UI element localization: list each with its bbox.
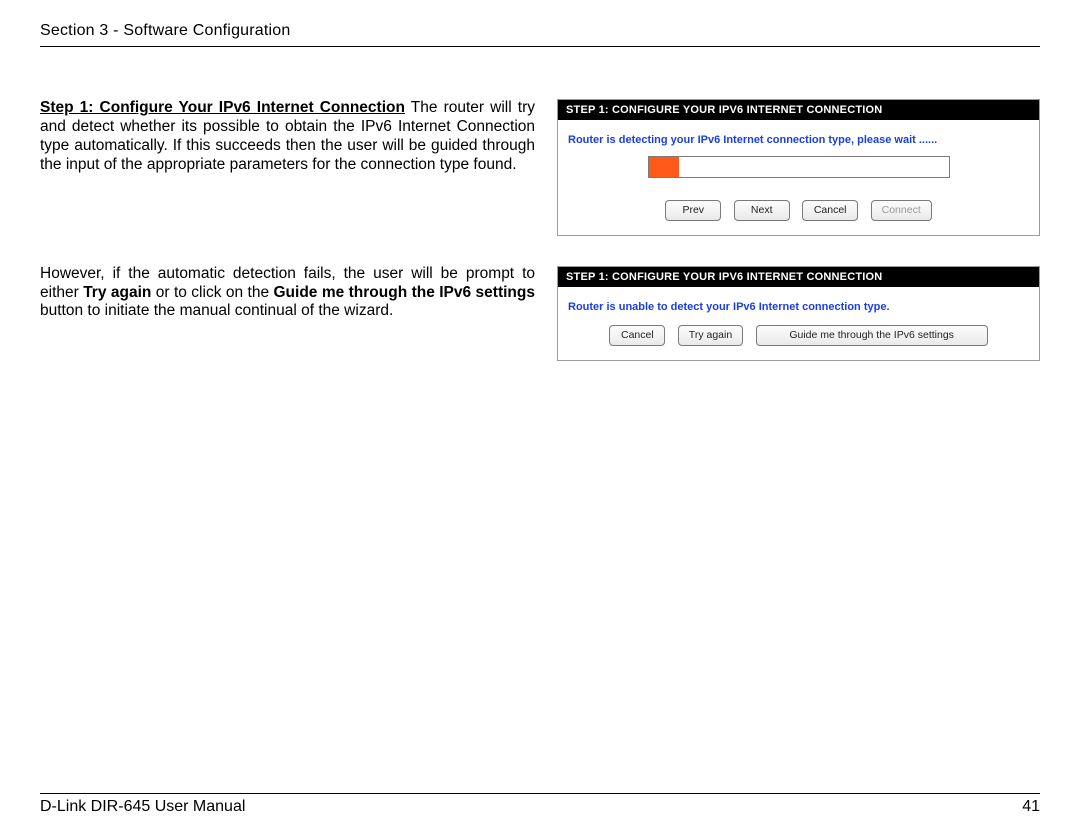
wizard-failed-box: STEP 1: CONFIGURE YOUR IPV6 INTERNET CON…	[557, 266, 1040, 361]
section-header: Section 3 - Software Configuration	[40, 22, 1040, 47]
para2-tail: button to initiate the manual continual …	[40, 302, 393, 319]
para2-bold-guide: Guide me through the IPv6 settings	[273, 284, 535, 301]
guide-me-button[interactable]: Guide me through the IPv6 settings	[756, 325, 988, 346]
page-footer: D-Link DIR-645 User Manual 41	[40, 793, 1040, 816]
wizard2-header: STEP 1: CONFIGURE YOUR IPV6 INTERNET CON…	[558, 267, 1039, 287]
footer-page-number: 41	[1022, 798, 1040, 816]
content-area: Step 1: Configure Your IPv6 Internet Con…	[40, 99, 1040, 391]
wizard2-body: Router is unable to detect your IPv6 Int…	[558, 287, 1039, 360]
para2-bold-tryagain: Try again	[83, 284, 151, 301]
paragraph-1: Step 1: Configure Your IPv6 Internet Con…	[40, 99, 535, 175]
paragraph-2: However, if the automatic detection fail…	[40, 265, 535, 322]
wizard1-status-text: Router is detecting your IPv6 Internet c…	[568, 134, 1029, 146]
next-button[interactable]: Next	[734, 200, 790, 221]
cancel-button[interactable]: Cancel	[802, 200, 858, 221]
wizard1-button-row: Prev Next Cancel Connect	[568, 198, 1029, 225]
right-column: STEP 1: CONFIGURE YOUR IPV6 INTERNET CON…	[557, 99, 1040, 391]
wizard1-header: STEP 1: CONFIGURE YOUR IPV6 INTERNET CON…	[558, 100, 1039, 120]
wizard1-body: Router is detecting your IPv6 Internet c…	[558, 120, 1039, 235]
try-again-button[interactable]: Try again	[678, 325, 743, 346]
prev-button[interactable]: Prev	[665, 200, 721, 221]
progress-bar	[648, 156, 950, 178]
wizard2-button-row: Cancel Try again Guide me through the IP…	[568, 323, 1029, 350]
para2-mid: or to click on the	[151, 284, 273, 301]
wizard-detecting-box: STEP 1: CONFIGURE YOUR IPV6 INTERNET CON…	[557, 99, 1040, 236]
left-column: Step 1: Configure Your IPv6 Internet Con…	[40, 99, 535, 391]
wizard2-status-text: Router is unable to detect your IPv6 Int…	[568, 301, 1029, 313]
step1-title: Step 1: Configure Your IPv6 Internet Con…	[40, 99, 405, 116]
progress-bar-fill	[649, 157, 679, 177]
connect-button[interactable]: Connect	[871, 200, 932, 221]
cancel-button-2[interactable]: Cancel	[609, 325, 665, 346]
footer-manual-title: D-Link DIR-645 User Manual	[40, 798, 245, 816]
